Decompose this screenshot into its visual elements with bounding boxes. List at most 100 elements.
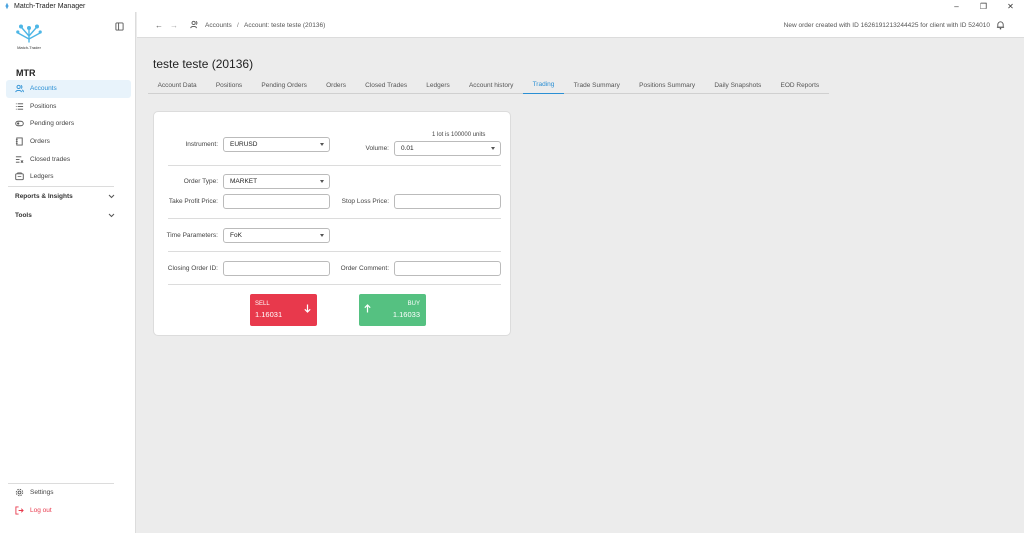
sell-label: SELL bbox=[255, 301, 270, 307]
closed-trades-icon bbox=[15, 155, 24, 164]
orders-icon bbox=[15, 137, 24, 146]
tab-trade-summary[interactable]: Trade Summary bbox=[564, 76, 630, 94]
breadcrumb-accounts[interactable]: Accounts bbox=[205, 22, 232, 29]
collapse-sidebar-icon[interactable] bbox=[115, 22, 124, 31]
breadcrumb-separator: / bbox=[237, 22, 239, 29]
group-label: Reports & Insights bbox=[15, 193, 73, 200]
stop-loss-input[interactable] bbox=[394, 194, 501, 209]
chevron-down-icon bbox=[108, 194, 115, 199]
order-type-label: Order Type: bbox=[183, 178, 218, 185]
chevron-down-icon bbox=[320, 234, 324, 237]
sidebar-bottom-nav: Settings Log out bbox=[6, 484, 131, 519]
divider bbox=[168, 165, 501, 166]
match-trader-logo-icon bbox=[16, 24, 42, 43]
lot-size-note: 1 lot is 100000 units bbox=[432, 132, 486, 138]
sidebar-item-orders[interactable]: Orders bbox=[6, 133, 131, 151]
order-comment-input[interactable] bbox=[394, 261, 501, 276]
tab-account-history[interactable]: Account history bbox=[459, 76, 523, 94]
ledger-icon bbox=[15, 172, 24, 181]
sidebar-item-label: Pending orders bbox=[30, 120, 75, 128]
tab-positions-summary[interactable]: Positions Summary bbox=[630, 76, 705, 94]
closing-order-id-input[interactable] bbox=[223, 261, 330, 276]
group-reports-insights[interactable]: Reports & Insights bbox=[15, 193, 115, 200]
sidebar-item-accounts[interactable]: Accounts bbox=[6, 80, 131, 98]
pending-icon bbox=[15, 119, 24, 128]
sidebar-item-pending-orders[interactable]: Pending orders bbox=[6, 115, 131, 133]
instrument-label: Instrument: bbox=[185, 141, 218, 148]
instrument-select[interactable]: EURUSD bbox=[223, 137, 330, 152]
tab-closed-trades[interactable]: Closed Trades bbox=[356, 76, 417, 94]
tab-daily-snapshots[interactable]: Daily Snapshots bbox=[705, 76, 771, 94]
take-profit-input[interactable] bbox=[223, 194, 330, 209]
users-icon bbox=[15, 84, 24, 93]
bell-icon[interactable] bbox=[996, 20, 1005, 30]
time-parameters-label: Time Parameters: bbox=[166, 232, 218, 239]
sell-button[interactable]: SELL 1.16031 bbox=[250, 294, 317, 326]
logo-text: Match-Trader bbox=[17, 45, 41, 50]
forward-arrow-icon[interactable]: → bbox=[170, 21, 178, 30]
divider bbox=[168, 218, 501, 219]
sidebar-item-closed-trades[interactable]: Closed trades bbox=[6, 150, 131, 168]
group-label: Tools bbox=[15, 212, 32, 219]
organization-name: MTR bbox=[16, 68, 36, 78]
close-button[interactable]: ✕ bbox=[997, 0, 1024, 12]
minimize-button[interactable]: – bbox=[943, 0, 970, 12]
sidebar-item-label: Ledgers bbox=[30, 173, 54, 181]
tab-bar: Account Data Positions Pending Orders Or… bbox=[148, 76, 829, 94]
tab-orders[interactable]: Orders bbox=[317, 76, 356, 94]
gear-icon bbox=[15, 488, 24, 497]
arrow-down-icon bbox=[304, 304, 311, 313]
order-type-select[interactable]: MARKET bbox=[223, 174, 330, 189]
order-type-value: MARKET bbox=[230, 178, 258, 185]
group-tools[interactable]: Tools bbox=[15, 212, 115, 219]
closing-order-id-label: Closing Order ID: bbox=[167, 265, 218, 272]
sell-price: 1.16031 bbox=[255, 310, 283, 319]
tab-account-data[interactable]: Account Data bbox=[148, 76, 206, 94]
take-profit-label: Take Profit Price: bbox=[168, 198, 218, 205]
window-title: Match-Trader Manager bbox=[14, 2, 86, 10]
stop-loss-label: Stop Loss Price: bbox=[341, 198, 389, 205]
sidebar-item-label: Closed trades bbox=[30, 155, 71, 163]
tab-pending-orders[interactable]: Pending Orders bbox=[252, 76, 317, 94]
chevron-down-icon bbox=[108, 213, 115, 218]
volume-value: 0.01 bbox=[401, 145, 414, 152]
tab-ledgers[interactable]: Ledgers bbox=[417, 76, 460, 94]
sidebar-item-label: Accounts bbox=[30, 85, 57, 93]
brand-logo: Match-Trader bbox=[12, 22, 46, 58]
list-icon bbox=[15, 102, 24, 111]
volume-select[interactable]: 0.01 bbox=[394, 141, 501, 156]
sidebar-item-label: Positions bbox=[30, 102, 57, 110]
sidebar-item-label: Log out bbox=[30, 506, 52, 514]
restore-button[interactable]: ❐ bbox=[970, 0, 997, 12]
arrow-up-icon bbox=[364, 304, 371, 313]
notification-text: New order created with ID 16261912132444… bbox=[783, 22, 990, 29]
sidebar-item-settings[interactable]: Settings bbox=[6, 484, 131, 502]
buy-price: 1.16033 bbox=[392, 310, 420, 319]
tab-trading[interactable]: Trading bbox=[522, 76, 564, 94]
sidebar-nav: Accounts Positions Pending orders Orders… bbox=[6, 80, 131, 186]
window-title-bar: Match-Trader Manager – ❐ ✕ bbox=[0, 0, 1024, 12]
order-comment-label: Order Comment: bbox=[340, 265, 389, 272]
divider bbox=[8, 186, 114, 187]
sidebar-item-logout[interactable]: Log out bbox=[6, 502, 131, 520]
buy-button[interactable]: BUY 1.16033 bbox=[359, 294, 426, 326]
divider bbox=[168, 251, 501, 252]
sidebar-item-positions[interactable]: Positions bbox=[6, 98, 131, 116]
app-icon bbox=[5, 2, 9, 10]
top-bar: ← → Accounts / Account: teste teste (201… bbox=[137, 12, 1024, 38]
instrument-value: EURUSD bbox=[230, 141, 258, 148]
tab-positions[interactable]: Positions bbox=[206, 76, 252, 94]
tab-eod-reports[interactable]: EOD Reports bbox=[771, 76, 829, 94]
sidebar-item-ledgers[interactable]: Ledgers bbox=[6, 168, 131, 186]
chevron-down-icon bbox=[491, 147, 495, 150]
sidebar-item-label: Settings bbox=[30, 489, 54, 497]
breadcrumb-current: Account: teste teste (20136) bbox=[244, 22, 326, 29]
time-parameters-value: FoK bbox=[230, 232, 242, 239]
back-arrow-icon[interactable]: ← bbox=[155, 21, 163, 30]
time-parameters-select[interactable]: FoK bbox=[223, 228, 330, 243]
chevron-down-icon bbox=[320, 143, 324, 146]
divider bbox=[168, 284, 501, 285]
trading-form-card: Instrument: EURUSD 1 lot is 100000 units… bbox=[153, 111, 511, 336]
page-title: teste teste (20136) bbox=[153, 57, 254, 71]
users-icon bbox=[190, 20, 198, 29]
